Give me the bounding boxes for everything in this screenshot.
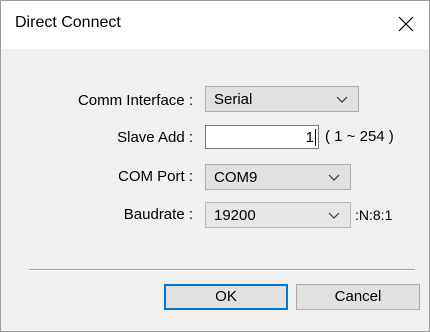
ok-button[interactable]: OK bbox=[164, 284, 288, 310]
direct-connect-dialog: Direct Connect Comm Interface : Serial S… bbox=[0, 0, 430, 332]
chevron-down-icon bbox=[328, 212, 340, 219]
comm-interface-value: Serial bbox=[214, 91, 253, 108]
baudrate-value: 19200 bbox=[214, 207, 256, 224]
slave-add-value: 1 bbox=[305, 129, 314, 146]
comm-interface-select[interactable]: Serial bbox=[205, 86, 359, 112]
chevron-down-icon bbox=[336, 96, 348, 103]
slave-add-input[interactable]: 1 bbox=[205, 125, 319, 149]
baudrate-label: Baudrate : bbox=[123, 206, 193, 223]
slave-add-label: Slave Add : bbox=[117, 129, 193, 146]
slave-add-range: ( 1 ~ 254 ) bbox=[325, 128, 394, 145]
baudrate-format: :N:8:1 bbox=[355, 207, 393, 223]
title-bar[interactable]: Direct Connect bbox=[1, 1, 429, 49]
comm-interface-label: Comm Interface : bbox=[77, 92, 193, 109]
close-button[interactable] bbox=[385, 1, 429, 49]
chevron-down-icon bbox=[328, 174, 340, 181]
cancel-button[interactable]: Cancel bbox=[296, 284, 420, 310]
window-title: Direct Connect bbox=[15, 14, 121, 31]
separator bbox=[29, 269, 415, 271]
com-port-select[interactable]: COM9 bbox=[205, 164, 351, 190]
close-icon bbox=[398, 16, 414, 32]
baudrate-select[interactable]: 19200 bbox=[205, 202, 351, 228]
com-port-label: COM Port : bbox=[117, 168, 193, 185]
text-caret bbox=[315, 129, 316, 146]
com-port-value: COM9 bbox=[214, 169, 258, 186]
